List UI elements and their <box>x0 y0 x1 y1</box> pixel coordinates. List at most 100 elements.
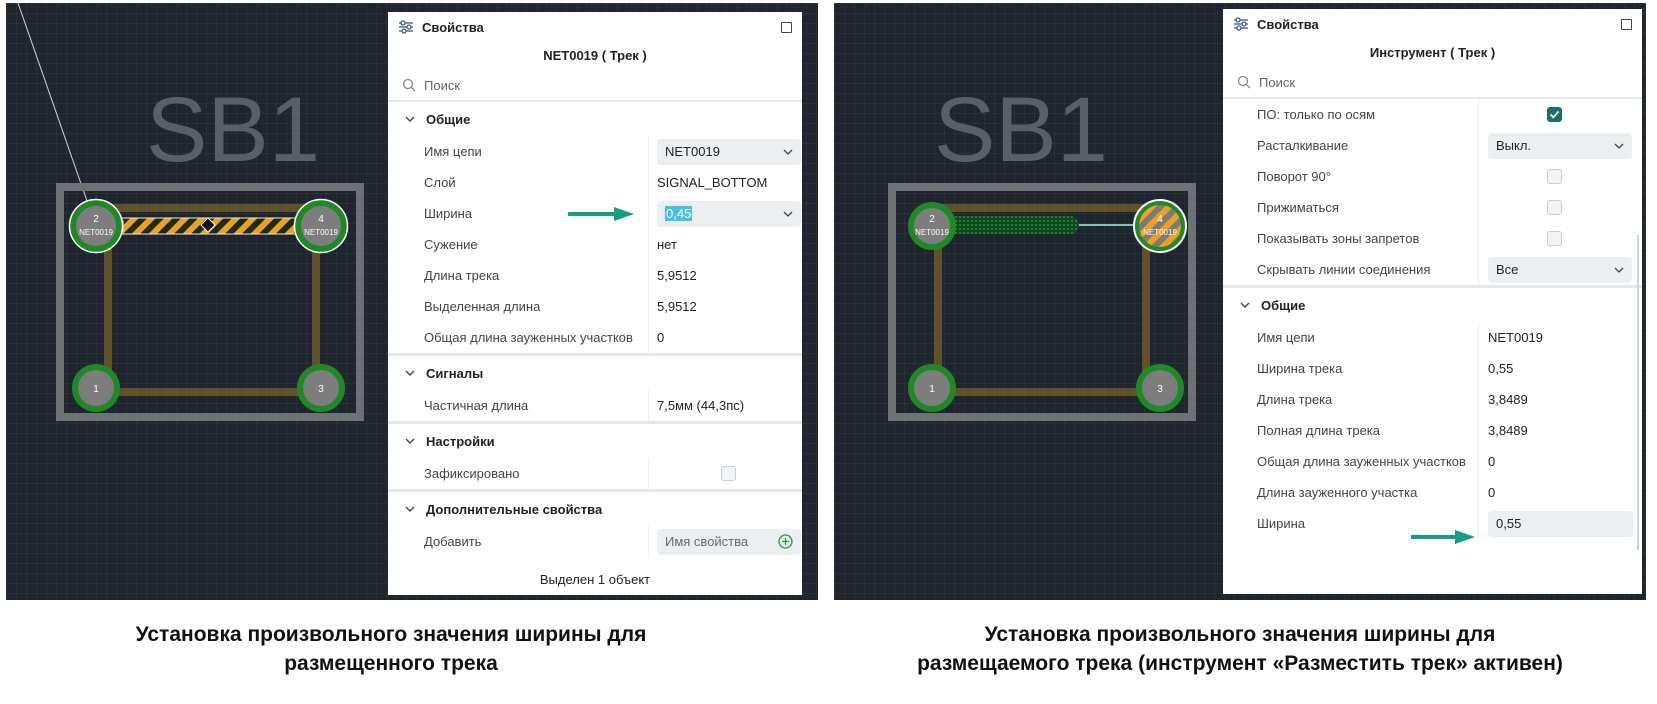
prop-label: Прижиматься <box>1257 200 1339 215</box>
net-name-value: NET0019 <box>1478 322 1642 353</box>
prop-label: Полная длина трека <box>1257 423 1381 438</box>
width-dropdown[interactable]: 0,45 <box>657 200 801 227</box>
panel-title: Свойства <box>422 19 484 35</box>
panel-subtitle: NET0019 ( Трек ) <box>543 48 647 63</box>
chevron-down-icon <box>1240 302 1250 308</box>
panel-header: Свойства <box>388 12 802 42</box>
prop-label: Длина трека <box>424 268 500 283</box>
neck-total-value: 0 <box>1478 446 1642 477</box>
pad-4: 4 NET0019 <box>1133 199 1187 253</box>
prop-row-keepout: Показывать зоны запретов <box>1223 223 1642 254</box>
svg-text:2: 2 <box>929 214 935 225</box>
svg-text:4: 4 <box>1157 214 1163 225</box>
pcb-canvas[interactable]: SB1 2 NET0019 4 NET0019 1 3 <box>6 3 386 600</box>
property-name-input[interactable]: Имя свойства <box>657 528 801 555</box>
axes-only-checkbox[interactable] <box>1547 107 1562 122</box>
full-length-value: 3,8489 <box>1478 415 1642 446</box>
prop-label: Длина зауженного участка <box>1257 485 1418 500</box>
section-title: Общие <box>1261 297 1306 313</box>
neck-total-value: 0 <box>648 322 802 353</box>
dropdown-value: NET0019 <box>665 144 720 159</box>
chevron-down-icon <box>405 506 415 512</box>
prop-label: Зафиксировано <box>424 466 520 481</box>
prop-label: Частичная длина <box>424 398 529 413</box>
section-settings[interactable]: Настройки <box>388 424 802 458</box>
section-title: Общие <box>426 111 471 127</box>
caption-routing-track: Установка произвольного значения ширины … <box>820 620 1657 678</box>
properties-panel: Свойства NET0019 ( Трек ) Поиск Общие Им… <box>388 12 802 595</box>
pcb-editor-screenshot-placed: SB1 2 NET0019 4 NET0019 1 3 Свойства NET… <box>6 3 818 600</box>
add-circle-icon[interactable] <box>778 534 793 549</box>
prop-label: Имя цепи <box>424 144 482 159</box>
prop-label: Имя цепи <box>1257 330 1315 345</box>
prop-row-neck-length: Длина зауженного участка 0 <box>1223 477 1642 508</box>
neck-value: нет <box>648 229 802 260</box>
selection-status: Выделен 1 объект <box>539 572 651 587</box>
prop-label: Выделенная длина <box>424 299 541 314</box>
section-general[interactable]: Общие <box>1223 288 1642 322</box>
properties-panel: Свойства Инструмент ( Трек ) Поиск ПО: т… <box>1223 9 1642 594</box>
neck-length-value: 0 <box>1478 477 1642 508</box>
rotate-90-checkbox[interactable] <box>1547 169 1562 184</box>
locked-checkbox[interactable] <box>721 466 736 481</box>
prop-row-rotate-90: Поворот 90° <box>1223 161 1642 192</box>
prop-row-partial-length: Частичная длина 7,5мм (44,3пс) <box>388 390 802 421</box>
dropdown-value: Выкл. <box>1496 138 1532 153</box>
prop-row-track-length: Длина трека 3,8489 <box>1223 384 1642 415</box>
hide-connections-dropdown[interactable]: Все <box>1488 256 1632 283</box>
search-placeholder: Поиск <box>1259 74 1296 90</box>
search-field[interactable]: Поиск <box>1223 67 1642 99</box>
net-name-dropdown[interactable]: NET0019 <box>657 138 801 165</box>
prop-label: Добавить <box>424 534 482 549</box>
prop-label: Скрывать линии соединения <box>1257 262 1431 277</box>
prop-label: Ширина трека <box>1257 361 1343 376</box>
svg-text:4: 4 <box>318 214 324 225</box>
width-input[interactable]: 0,55 <box>1488 510 1634 537</box>
prop-row-locked: Зафиксировано <box>388 458 802 489</box>
section-title: Дополнительные свойства <box>426 501 603 517</box>
prop-row-net-name: Имя цепи NET0019 <box>388 136 802 167</box>
pcb-canvas[interactable]: SB1 2 NET0019 4 NET0019 1 3 <box>834 3 1223 600</box>
search-placeholder: Поиск <box>424 77 461 93</box>
hug-checkbox[interactable] <box>1547 200 1562 215</box>
maximize-icon[interactable] <box>1621 18 1632 30</box>
prop-row-full-length: Полная длина трека 3,8489 <box>1223 415 1642 446</box>
search-field[interactable]: Поиск <box>388 70 802 102</box>
chevron-down-icon <box>783 149 793 155</box>
scrollbar[interactable] <box>1637 235 1639 550</box>
panel-title: Свойства <box>1257 16 1319 32</box>
section-general[interactable]: Общие <box>388 102 802 136</box>
width-input-value[interactable]: 0,45 <box>665 206 693 221</box>
prop-row-add: Добавить Имя свойства <box>388 526 802 557</box>
panel-subtitle: Инструмент ( Трек ) <box>1369 45 1496 60</box>
pad-2: 2 NET0019 <box>68 198 124 254</box>
settings-sliders-icon <box>399 20 413 34</box>
prop-label: Сужение <box>424 237 478 252</box>
push-mode-dropdown[interactable]: Выкл. <box>1488 132 1632 159</box>
caption-placed-track: Установка произвольного значения ширины … <box>6 620 776 678</box>
pad-1: 1 <box>908 364 956 412</box>
svg-text:1: 1 <box>93 384 99 395</box>
prop-row-layer: Слой SIGNAL_BOTTOM <box>388 167 802 198</box>
checkmark-icon <box>1549 110 1560 119</box>
maximize-icon[interactable] <box>781 21 792 33</box>
prop-label: Расталкивание <box>1257 138 1349 153</box>
component-designator: SB1 <box>934 79 1108 181</box>
section-extra-properties[interactable]: Дополнительные свойства <box>388 492 802 526</box>
panel-header: Свойства <box>1223 9 1642 39</box>
caption-line: размещаемого трека (инструмент «Размести… <box>917 652 1563 675</box>
width-input-value[interactable]: 0,55 <box>1496 516 1521 531</box>
prop-row-neck-total: Общая длина зауженных участков 0 <box>388 322 802 353</box>
prop-row-hide-connections: Скрывать линии соединения Все <box>1223 254 1642 285</box>
keepout-checkbox[interactable] <box>1547 231 1562 246</box>
component-designator: SB1 <box>146 79 320 181</box>
prop-label: Общая длина зауженных участков <box>424 330 633 345</box>
prop-row-neck: Сужение нет <box>388 229 802 260</box>
prop-row-selected-length: Выделенная длина 5,9512 <box>388 291 802 322</box>
prop-label: Показывать зоны запретов <box>1257 231 1420 246</box>
pcb-editor-screenshot-routing: SB1 2 NET0019 4 NET0019 1 3 Свойства Инс… <box>834 3 1646 600</box>
layer-value: SIGNAL_BOTTOM <box>648 167 802 198</box>
existing-track <box>934 204 1150 396</box>
chevron-down-icon <box>783 211 793 217</box>
section-signals[interactable]: Сигналы <box>388 356 802 390</box>
